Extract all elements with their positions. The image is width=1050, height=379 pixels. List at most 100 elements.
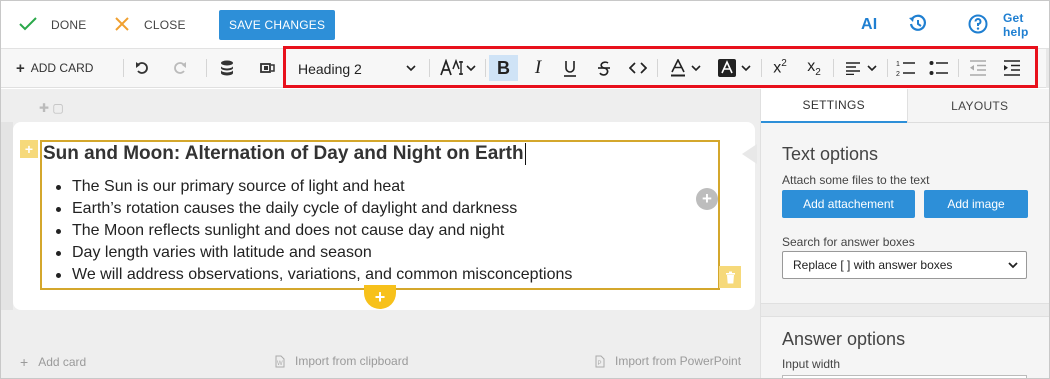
align-button[interactable] bbox=[839, 55, 883, 81]
svg-text:W: W bbox=[277, 361, 283, 367]
input-width-field[interactable] bbox=[782, 375, 1027, 378]
toolbar-divider bbox=[833, 59, 834, 77]
add-image-button[interactable]: Add image bbox=[924, 190, 1028, 218]
toolbar-divider bbox=[761, 59, 762, 77]
card-heading[interactable]: Sun and Moon: Alternation of Day and Nig… bbox=[43, 143, 526, 165]
redo-button[interactable] bbox=[171, 55, 189, 81]
answer-boxes-select-value: Replace [ ] with answer boxes bbox=[793, 258, 953, 272]
text-color-button[interactable] bbox=[665, 55, 705, 81]
svg-text:P: P bbox=[598, 361, 602, 367]
import-clipboard-label: Import from clipboard bbox=[295, 354, 409, 368]
chevron-down-icon bbox=[867, 64, 877, 71]
indent-button[interactable] bbox=[999, 55, 1025, 81]
close-icon bbox=[114, 16, 130, 35]
redo-icon bbox=[174, 62, 186, 74]
background-color-icon bbox=[717, 59, 736, 77]
italic-icon: I bbox=[534, 57, 542, 78]
svg-text:1: 1 bbox=[896, 61, 900, 68]
toolbar-divider bbox=[429, 59, 430, 77]
subscript-button[interactable]: x2 bbox=[801, 55, 827, 81]
toolbar-scrollbar[interactable] bbox=[1046, 49, 1049, 88]
answer-options-title: Answer options bbox=[782, 329, 906, 349]
import-powerpoint-label: Import from PowerPoint bbox=[615, 354, 742, 368]
add-element-button[interactable]: + bbox=[696, 188, 718, 210]
numbered-list-button[interactable]: 12 bbox=[893, 55, 919, 81]
add-attachment-button[interactable]: Add attachement bbox=[782, 190, 915, 218]
undo-icon bbox=[136, 62, 148, 74]
text-options-title: Text options bbox=[782, 144, 879, 164]
mini-add-icon[interactable]: ✚ ▢ bbox=[39, 101, 64, 115]
text-color-icon bbox=[670, 59, 685, 77]
tab-settings[interactable]: SETTINGS bbox=[761, 89, 907, 123]
trash-icon bbox=[725, 271, 735, 283]
plus-icon: + bbox=[16, 59, 25, 77]
card-strip bbox=[1, 122, 13, 310]
chevron-down-icon bbox=[466, 64, 476, 71]
done-button[interactable]: DONE bbox=[19, 11, 86, 39]
import-clipboard-link[interactable]: W Import from clipboard bbox=[275, 354, 408, 368]
checkmark-icon bbox=[19, 16, 37, 34]
save-changes-button[interactable]: SAVE CHANGES bbox=[219, 10, 336, 40]
get-help-button[interactable]: Get help bbox=[968, 11, 1049, 39]
text-cursor bbox=[524, 143, 526, 165]
toolbar-divider bbox=[958, 59, 959, 77]
indent-icon bbox=[1004, 60, 1020, 76]
undo-button[interactable] bbox=[133, 55, 151, 81]
panel-tabs: SETTINGS LAYOUTS bbox=[761, 89, 1049, 123]
numbered-list-icon: 12 bbox=[896, 61, 915, 77]
card-pointer bbox=[742, 144, 757, 164]
underline-button[interactable] bbox=[557, 55, 583, 81]
italic-button[interactable]: I bbox=[525, 55, 551, 81]
database-icon bbox=[221, 60, 233, 76]
outdent-button[interactable] bbox=[965, 55, 991, 81]
svg-text:2: 2 bbox=[896, 71, 900, 77]
powerpoint-file-icon: P bbox=[595, 355, 605, 367]
background-color-button[interactable] bbox=[713, 55, 755, 81]
plus-icon: + bbox=[20, 354, 29, 370]
section-divider bbox=[761, 303, 1049, 317]
bullet-list[interactable]: The Sun is our primary source of light a… bbox=[55, 176, 572, 286]
ai-button[interactable]: AI bbox=[861, 11, 877, 39]
database-button[interactable] bbox=[217, 55, 237, 81]
toolbar-divider bbox=[206, 59, 207, 77]
superscript-icon: x2 bbox=[773, 58, 787, 77]
list-item: We will address observations, variations… bbox=[55, 264, 572, 286]
chevron-down-icon bbox=[740, 64, 751, 71]
outdent-icon bbox=[970, 60, 986, 76]
bulleted-list-button[interactable] bbox=[926, 55, 952, 81]
close-button[interactable]: CLOSE bbox=[114, 11, 186, 39]
code-icon bbox=[629, 62, 647, 74]
superscript-button[interactable]: x2 bbox=[767, 55, 793, 81]
list-item: Day length varies with latitude and seas… bbox=[55, 242, 572, 264]
done-label: DONE bbox=[51, 18, 87, 32]
search-answer-boxes-label: Search for answer boxes bbox=[782, 235, 915, 249]
top-bar: DONE CLOSE SAVE CHANGES AI Get help bbox=[1, 1, 1049, 49]
strikethrough-button[interactable] bbox=[591, 55, 617, 81]
code-button[interactable] bbox=[625, 55, 651, 81]
align-icon bbox=[846, 62, 860, 75]
settings-panel: SETTINGS LAYOUTS Text options Attach som… bbox=[760, 89, 1049, 378]
tab-layouts[interactable]: LAYOUTS bbox=[906, 89, 1049, 123]
history-icon bbox=[908, 14, 928, 37]
list-item: The Sun is our primary source of light a… bbox=[55, 176, 572, 198]
delete-block-button[interactable] bbox=[719, 266, 741, 288]
formatting-toolbar: + ADD CARD Heading 2 B I x2 x2 1 2 bbox=[1, 49, 1049, 88]
strikethrough-icon bbox=[598, 61, 610, 76]
presentation-icon bbox=[260, 63, 275, 73]
editor-canvas: ✚ ▢ + Sun and Moon: Alternation of Day a… bbox=[1, 89, 760, 378]
answer-boxes-select[interactable]: Replace [ ] with answer boxes bbox=[782, 251, 1027, 279]
bold-button[interactable]: B bbox=[489, 55, 518, 81]
block-add-icon[interactable]: + bbox=[20, 140, 38, 158]
import-powerpoint-link[interactable]: P Import from PowerPoint bbox=[595, 354, 741, 368]
underline-icon bbox=[564, 60, 576, 77]
history-button[interactable] bbox=[908, 11, 928, 39]
bulleted-list-icon bbox=[929, 61, 948, 75]
attach-files-text: Attach some files to the text bbox=[782, 173, 930, 187]
chevron-down-icon bbox=[690, 64, 701, 71]
paragraph-style-select[interactable]: Heading 2 bbox=[290, 55, 424, 82]
font-size-button[interactable] bbox=[437, 55, 479, 81]
add-card-link[interactable]: + Add card bbox=[20, 354, 86, 370]
add-card-button[interactable]: + ADD CARD bbox=[16, 55, 93, 81]
toolbar-divider bbox=[485, 59, 486, 77]
presentation-button[interactable] bbox=[257, 55, 277, 81]
